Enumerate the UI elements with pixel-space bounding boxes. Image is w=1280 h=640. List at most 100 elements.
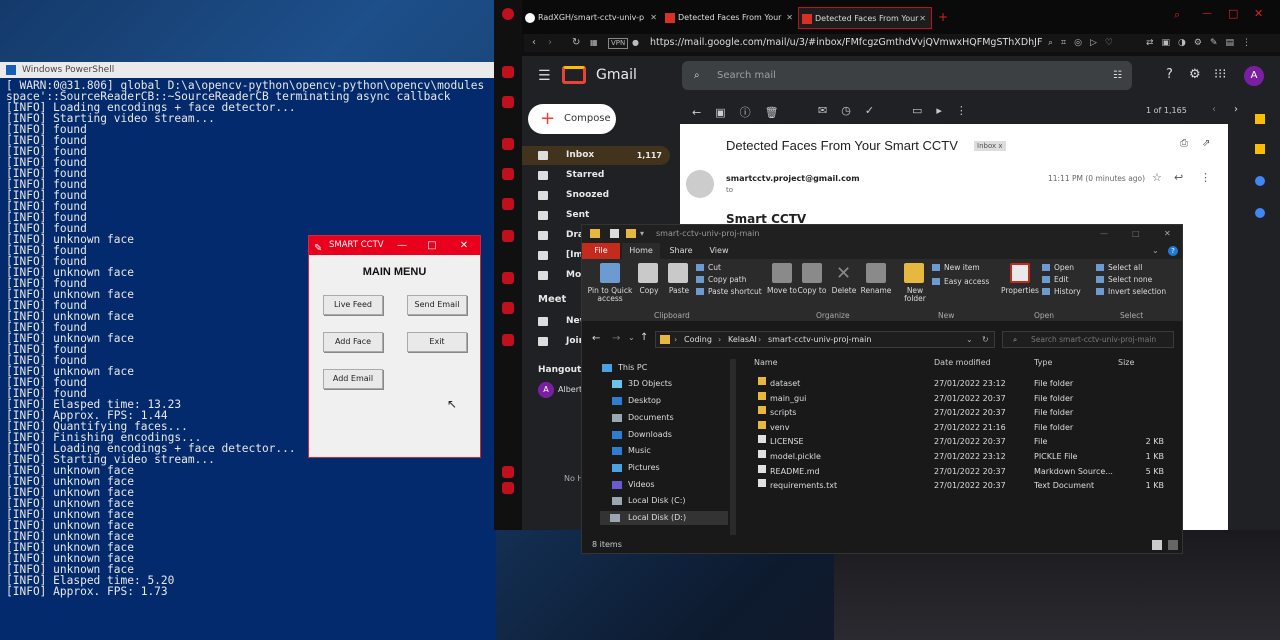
nav-local-disk-c[interactable]: Local Disk (C:) <box>608 494 686 508</box>
paste-button[interactable]: Paste <box>664 287 694 295</box>
column-size[interactable]: Size <box>1118 358 1134 367</box>
up-icon[interactable]: ↑ <box>640 332 648 343</box>
open-new-window-icon[interactable]: ⇗ <box>1202 138 1210 149</box>
delete-button[interactable]: Delete <box>828 287 860 295</box>
close-icon[interactable]: ✕ <box>919 8 926 28</box>
tab-home[interactable]: Home <box>622 243 660 259</box>
new-folder-button[interactable]: New folder <box>900 287 930 303</box>
nav-scrollbar[interactable] <box>730 359 736 535</box>
contacts-icon[interactable] <box>1255 208 1265 218</box>
recipient-to[interactable]: to <box>726 186 733 194</box>
copy-to-button[interactable]: Copy to <box>796 287 828 295</box>
properties-quick-icon[interactable] <box>610 229 619 238</box>
url-text[interactable]: https://mail.google.com/mail/u/3/#inbox/… <box>650 34 1042 52</box>
select-none-button[interactable]: Select none <box>1096 275 1152 284</box>
help-icon[interactable]: ? <box>1168 246 1178 256</box>
cut-button[interactable]: Cut <box>696 263 721 272</box>
new-folder-quick-icon[interactable] <box>626 229 636 238</box>
maximize-icon[interactable]: □ <box>421 236 443 255</box>
inbox-label-chip[interactable]: Inbox x <box>974 141 1006 151</box>
details-view-icon[interactable] <box>1152 540 1162 550</box>
add-face-button[interactable]: Add Face <box>323 332 383 352</box>
apps-grid-icon[interactable]: ⁝⁝⁝ <box>1214 67 1226 82</box>
tab-gmail-2[interactable]: Detected Faces From Your ✕ <box>798 7 932 29</box>
sidebar-item-snoozed[interactable]: Snoozed <box>522 186 670 205</box>
nav-local-disk-d[interactable]: Local Disk (D:) <box>600 511 728 525</box>
add-email-button[interactable]: Add Email <box>323 369 383 389</box>
search-options-icon[interactable]: ☷ <box>1113 61 1122 90</box>
history-button[interactable]: History <box>1042 287 1081 296</box>
search-input[interactable]: ⌕ Search mail ☷ <box>682 61 1132 90</box>
nav-videos[interactable]: Videos <box>608 478 655 492</box>
open-button[interactable]: Open <box>1042 263 1074 272</box>
powershell-titlebar[interactable]: Windows PowerShell <box>0 62 496 78</box>
column-name[interactable]: Name <box>754 358 778 367</box>
file-row[interactable]: LICENSE 27/01/2022 20:37 File 2 KB <box>754 435 1174 449</box>
pinboard-icon[interactable] <box>502 466 514 478</box>
nav-music[interactable]: Music <box>608 444 651 458</box>
whatsapp-icon[interactable] <box>502 198 514 210</box>
edit-button[interactable]: Edit <box>1042 275 1069 284</box>
close-window-icon[interactable]: ✕ <box>1254 7 1263 20</box>
copy-button[interactable]: Copy <box>634 287 664 295</box>
column-date[interactable]: Date modified <box>934 358 991 367</box>
settings-icon[interactable] <box>502 334 514 346</box>
messenger-icon[interactable] <box>502 138 514 150</box>
search-icon[interactable]: ⌕ <box>694 61 700 90</box>
properties-button[interactable]: Properties <box>1000 287 1040 295</box>
player-icon[interactable] <box>502 482 514 494</box>
recent-locations-icon[interactable]: ⌄ <box>628 333 635 342</box>
chevron-down-icon[interactable]: ⌄ <box>966 332 973 347</box>
breadcrumb-current[interactable]: smart-cctv-univ-proj-main <box>768 332 871 347</box>
paste-shortcut-button[interactable]: Paste shortcut <box>696 287 762 296</box>
opera-logo-icon[interactable] <box>502 8 514 20</box>
main-menu-icon[interactable]: ☰ <box>538 68 551 84</box>
file-row[interactable]: main_gui 27/01/2022 20:37 File folder <box>754 391 1174 406</box>
file-row[interactable]: model.pickle 27/01/2022 23:12 PICKLE File 1… <box>754 450 1174 464</box>
cctv-titlebar[interactable]: ✎ SMART CCTV — □ ✕ <box>309 236 480 255</box>
sidebar-item-sent[interactable]: Sent <box>522 206 670 225</box>
tasks-icon[interactable] <box>1255 176 1265 186</box>
tab-view[interactable]: View <box>702 243 736 259</box>
print-icon[interactable]: ⎙ <box>1180 138 1188 149</box>
pin-quick-access-button[interactable]: Pin to Quick access <box>584 287 636 303</box>
message-toolbar-icons[interactable]: ←▣ⓘ🗑 <box>692 104 793 120</box>
back-icon[interactable]: ← <box>592 333 600 344</box>
maximize-icon[interactable]: □ <box>1228 7 1238 20</box>
tab-github[interactable]: RadXGH/smart-cctv-univ-p ✕ <box>522 7 662 29</box>
easy-access-button[interactable]: Easy access <box>932 277 989 286</box>
forward-icon[interactable]: → <box>612 333 620 344</box>
extensions-icon[interactable] <box>502 302 514 314</box>
file-row[interactable]: dataset 27/01/2022 23:12 File folder <box>754 377 1174 391</box>
maximize-icon[interactable]: □ <box>1132 225 1140 243</box>
quick-access-dropdown-icon[interactable]: ▾ <box>640 225 644 243</box>
extension-icons[interactable]: ⇄▣◑⚙✎▤⋮ <box>1146 34 1259 52</box>
breadcrumb-coding[interactable]: Coding <box>684 332 712 347</box>
nav-pictures[interactable]: Pictures <box>608 461 660 475</box>
hangouts-avatar[interactable]: A <box>538 382 554 398</box>
close-icon[interactable]: ✕ <box>1164 225 1171 243</box>
help-icon[interactable]: ? <box>1166 67 1173 82</box>
breadcrumb-kelasai[interactable]: KelasAI <box>728 332 757 347</box>
nav-downloads[interactable]: Downloads <box>608 428 672 442</box>
close-icon[interactable]: ✕ <box>453 236 475 255</box>
file-row[interactable]: README.md 27/01/2022 20:37 Markdown Source… <box>754 464 1174 479</box>
speed-icon[interactable] <box>502 96 514 108</box>
message-move-icons[interactable]: ▭▸⋮ <box>912 104 981 117</box>
address-tools-icons[interactable]: ⌕⌗◎▷♡ <box>1048 34 1121 52</box>
column-type[interactable]: Type <box>1034 358 1052 367</box>
address-bar[interactable]: ‹ › ↻ ▦ VPN ● https://mail.google.com/ma… <box>524 34 1280 52</box>
search-input[interactable]: ⌕ Search smart-cctv-univ-proj-main <box>1002 331 1174 348</box>
calendar-icon[interactable] <box>1255 114 1265 124</box>
back-icon[interactable]: ‹ <box>532 34 536 52</box>
rename-button[interactable]: Rename <box>858 287 894 295</box>
invert-selection-button[interactable]: Invert selection <box>1096 287 1166 296</box>
nav-documents[interactable]: Documents <box>608 411 674 425</box>
close-icon[interactable]: x <box>998 142 1002 150</box>
sidebar-item-starred[interactable]: Starred <box>522 166 670 185</box>
live-feed-button[interactable]: Live Feed <box>323 295 383 315</box>
tab-gmail-1[interactable]: Detected Faces From Your ✕ <box>662 7 798 29</box>
breadcrumb[interactable]: › Coding › KelasAI › smart-cctv-univ-pro… <box>655 331 995 348</box>
close-icon[interactable]: ✕ <box>786 7 793 29</box>
tab-file[interactable]: File <box>582 243 620 259</box>
